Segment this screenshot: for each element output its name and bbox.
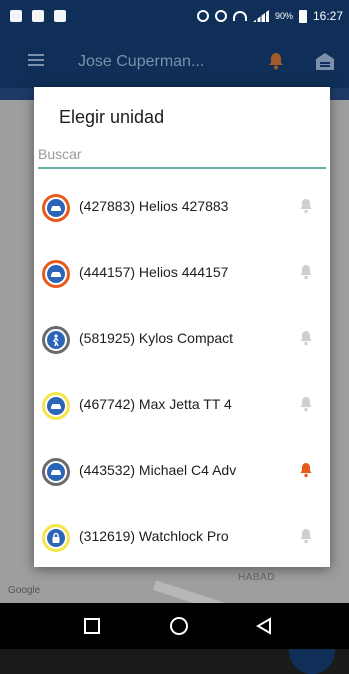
walker-icon (47, 331, 65, 349)
unit-row[interactable]: (427883) Helios 427883 (34, 175, 330, 241)
wifi-icon (232, 11, 247, 21)
unit-row[interactable]: (443532) Michael C4 Adv (34, 439, 330, 505)
sync-icon (214, 10, 227, 22)
recent-apps-icon[interactable] (84, 618, 100, 634)
battery-percent: 90% (274, 11, 293, 21)
app-bar: Jose Cuperman... (0, 34, 349, 88)
unit-label: (581925) Kylos Compact (79, 330, 234, 346)
search-field[interactable] (38, 143, 326, 169)
car-icon (47, 397, 65, 415)
status-right-icons: 90% 16:27 (196, 9, 343, 23)
unit-status-ring (42, 326, 70, 354)
google-attribution: Google (8, 585, 41, 596)
navigation-bar (0, 603, 349, 649)
unit-status-ring (42, 392, 70, 420)
notification-bell-icon[interactable] (268, 52, 284, 70)
status-left-icons (10, 10, 66, 22)
signal-icon (252, 10, 269, 22)
app-title: Jose Cuperman... (78, 53, 205, 70)
unit-label: (467742) Max Jetta TT 4 (79, 396, 232, 412)
map-street-label: HABAD (238, 572, 275, 583)
clock: 16:27 (312, 9, 343, 23)
location-icon (196, 10, 209, 22)
back-icon[interactable] (255, 617, 273, 635)
unit-status-ring (42, 260, 70, 288)
bell-icon[interactable] (299, 528, 313, 544)
screen-icon (32, 10, 44, 22)
check-icon (54, 10, 66, 22)
garage-icon[interactable] (315, 51, 335, 71)
bell-icon[interactable] (299, 198, 313, 214)
car-icon (47, 463, 65, 481)
car-icon (47, 265, 65, 283)
unit-status-ring (42, 524, 70, 552)
shield-icon (10, 10, 22, 22)
unit-label: (427883) Helios 427883 (79, 198, 229, 214)
home-icon[interactable] (170, 617, 188, 635)
unit-list: (427883) Helios 427883 (444157) Helios 4… (34, 175, 330, 571)
unit-row[interactable]: (467742) Max Jetta TT 4 (34, 373, 330, 439)
bell-icon-active[interactable] (299, 462, 313, 478)
unit-status-ring (42, 458, 70, 486)
unit-label: (443532) Michael C4 Adv (79, 462, 237, 478)
bell-icon[interactable] (299, 264, 313, 280)
bell-icon[interactable] (299, 330, 313, 346)
status-bar: 90% 16:27 (0, 0, 349, 34)
unit-row[interactable]: (444157) Helios 444157 (34, 241, 330, 307)
bell-icon[interactable] (299, 396, 313, 412)
unit-row[interactable]: (312619) Watchlock Pro (34, 505, 330, 571)
car-icon (47, 199, 65, 217)
unit-status-ring (42, 194, 70, 222)
choose-unit-dialog: Elegir unidad (427883) Helios 427883 (44… (34, 87, 330, 567)
search-input[interactable] (38, 143, 326, 165)
unit-label: (312619) Watchlock Pro (79, 528, 229, 544)
menu-icon[interactable] (28, 54, 44, 66)
battery-icon (298, 9, 307, 23)
unit-row[interactable]: (581925) Kylos Compact (34, 307, 330, 373)
unit-label: (444157) Helios 444157 (79, 264, 229, 280)
lock-icon (47, 529, 65, 547)
dialog-title: Elegir unidad (59, 107, 165, 127)
